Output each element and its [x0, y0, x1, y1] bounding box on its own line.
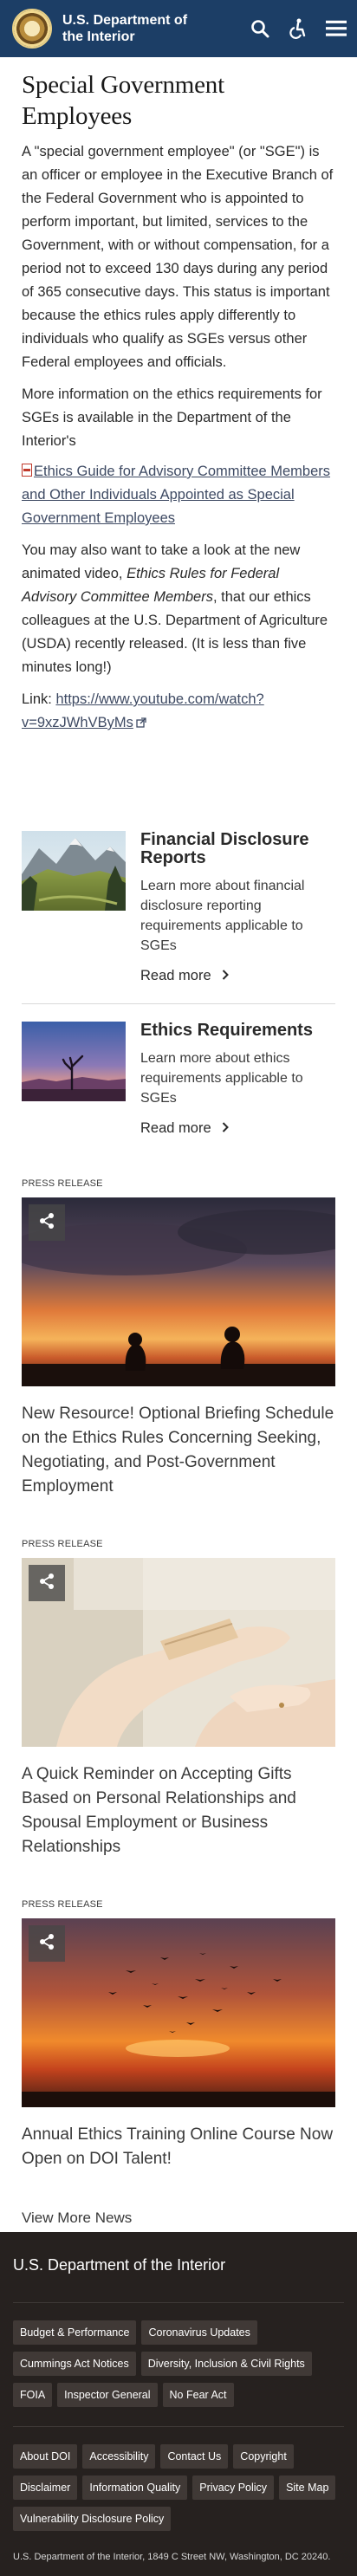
press-release-kicker: Press Release: [22, 1899, 103, 1910]
header-icons: [250, 18, 347, 39]
press-release-kicker: Press Release: [22, 1539, 103, 1549]
card-text: Learn more about financial disclosure re…: [140, 879, 305, 953]
share-icon: [38, 1212, 55, 1234]
read-more-link[interactable]: Read more: [140, 968, 229, 984]
footer-link[interactable]: No Fear Act: [162, 2383, 234, 2407]
footer-link[interactable]: About DOI: [13, 2444, 78, 2469]
footer-address: U.S. Department of the Interior, 1849 C …: [13, 2552, 331, 2562]
video-paragraph: You may also want to take a look at the …: [22, 539, 335, 679]
share-icon: [38, 1933, 55, 1955]
accessibility-icon[interactable]: [288, 18, 308, 39]
intro-paragraph: A "special government employee" (or "SGE…: [22, 144, 334, 370]
footer-link[interactable]: Coronavirus Updates: [141, 2320, 257, 2345]
doi-seal-logo[interactable]: [12, 9, 52, 49]
view-more-news-link[interactable]: View More News: [22, 2209, 335, 2232]
mountain-valley-image: [22, 831, 126, 911]
press-release-title[interactable]: Annual Ethics Training Online Course Now…: [22, 2123, 335, 2171]
press-release-kicker: Press Release: [22, 1178, 103, 1189]
card-financial-disclosure[interactable]: Financial Disclosure Reports Learn more …: [22, 814, 335, 1004]
footer-link[interactable]: Disclaimer: [13, 2475, 78, 2500]
main-content: Special Government Employees A "special …: [0, 69, 357, 2232]
share-icon: [38, 1573, 55, 1594]
video-link-paragraph: Link: https://www.youtube.com/watch?v=9x…: [22, 688, 335, 736]
read-more-label: Read more: [140, 968, 211, 983]
card-ethics-requirements[interactable]: Ethics Requirements Learn more about eth…: [22, 1004, 335, 1156]
press-release-title[interactable]: A Quick Reminder on Accepting Gifts Base…: [22, 1762, 335, 1859]
footer-link[interactable]: Cummings Act Notices: [13, 2352, 136, 2376]
footer-link[interactable]: Vulnerability Disclosure Policy: [13, 2507, 172, 2531]
search-icon[interactable]: [250, 18, 270, 39]
share-button[interactable]: [29, 1565, 65, 1601]
footer-link[interactable]: Diversity, Inclusion & Civil Rights: [140, 2352, 312, 2376]
site-name[interactable]: U.S. Department of the Interior: [62, 12, 210, 45]
press-release-image-cash-handoff[interactable]: [22, 1558, 335, 1747]
footer-secondary-links: About DOI Accessibility Contact Us Copyr…: [13, 2444, 344, 2531]
more-info-paragraph: More information on the ethics requireme…: [22, 386, 322, 449]
read-more-label: Read more: [140, 1120, 211, 1136]
pdf-file-icon: [22, 464, 32, 477]
card-title[interactable]: Ethics Requirements: [140, 1022, 335, 1040]
card-text: Learn more about ethics requirements app…: [140, 1051, 303, 1106]
footer-link[interactable]: Information Quality: [82, 2475, 188, 2500]
ethics-guide-pdf-link[interactable]: Ethics Guide for Advisory Committee Memb…: [22, 460, 335, 530]
footer-link[interactable]: Contact Us: [160, 2444, 229, 2469]
chevron-right-icon: [222, 1120, 229, 1137]
video-link-label: Link:: [22, 691, 56, 707]
share-button[interactable]: [29, 1204, 65, 1241]
read-more-link[interactable]: Read more: [140, 1120, 229, 1137]
page-title: Special Government Employees: [22, 71, 224, 130]
ethics-guide-pdf-link-text: Ethics Guide for Advisory Committee Memb…: [22, 464, 331, 526]
desert-sunset-image: [22, 1022, 126, 1101]
footer-link[interactable]: Copyright: [233, 2444, 294, 2469]
press-release-image-birds-sunset[interactable]: [22, 1918, 335, 2107]
press-release-title[interactable]: New Resource! Optional Briefing Schedule…: [22, 1402, 335, 1499]
footer-title: U.S. Department of the Interior: [13, 2256, 226, 2274]
footer-link[interactable]: Accessibility: [82, 2444, 156, 2469]
press-release-image-sunset-couple[interactable]: [22, 1197, 335, 1386]
footer-link[interactable]: Site Map: [279, 2475, 336, 2500]
footer-link[interactable]: Inspector General: [57, 2383, 158, 2407]
press-release-item: Press Release A Quick Reminder on Accept…: [22, 1539, 335, 1859]
footer-link[interactable]: Privacy Policy: [192, 2475, 275, 2500]
press-release-item: Press Release New Resource! Optional Bri…: [22, 1178, 335, 1499]
menu-icon[interactable]: [326, 18, 347, 39]
card-title[interactable]: Financial Disclosure Reports: [140, 831, 335, 867]
card-body: Financial Disclosure Reports Learn more …: [140, 831, 335, 984]
press-release-item: Press Release Annual: [22, 1899, 335, 2171]
share-button[interactable]: [29, 1925, 65, 1962]
site-header: U.S. Department of the Interior: [0, 0, 357, 57]
footer-link[interactable]: FOIA: [13, 2383, 53, 2407]
footer-divider: [13, 2426, 344, 2427]
chevron-right-icon: [222, 968, 229, 984]
footer-divider: [13, 2302, 344, 2303]
related-cards: Financial Disclosure Reports Learn more …: [22, 814, 335, 1156]
site-footer: U.S. Department of the Interior Budget &…: [0, 2232, 357, 2576]
footer-link[interactable]: Budget & Performance: [13, 2320, 137, 2345]
card-body: Ethics Requirements Learn more about eth…: [140, 1022, 335, 1137]
external-link-icon: [136, 712, 146, 736]
footer-primary-links: Budget & Performance Coronavirus Updates…: [13, 2320, 344, 2407]
